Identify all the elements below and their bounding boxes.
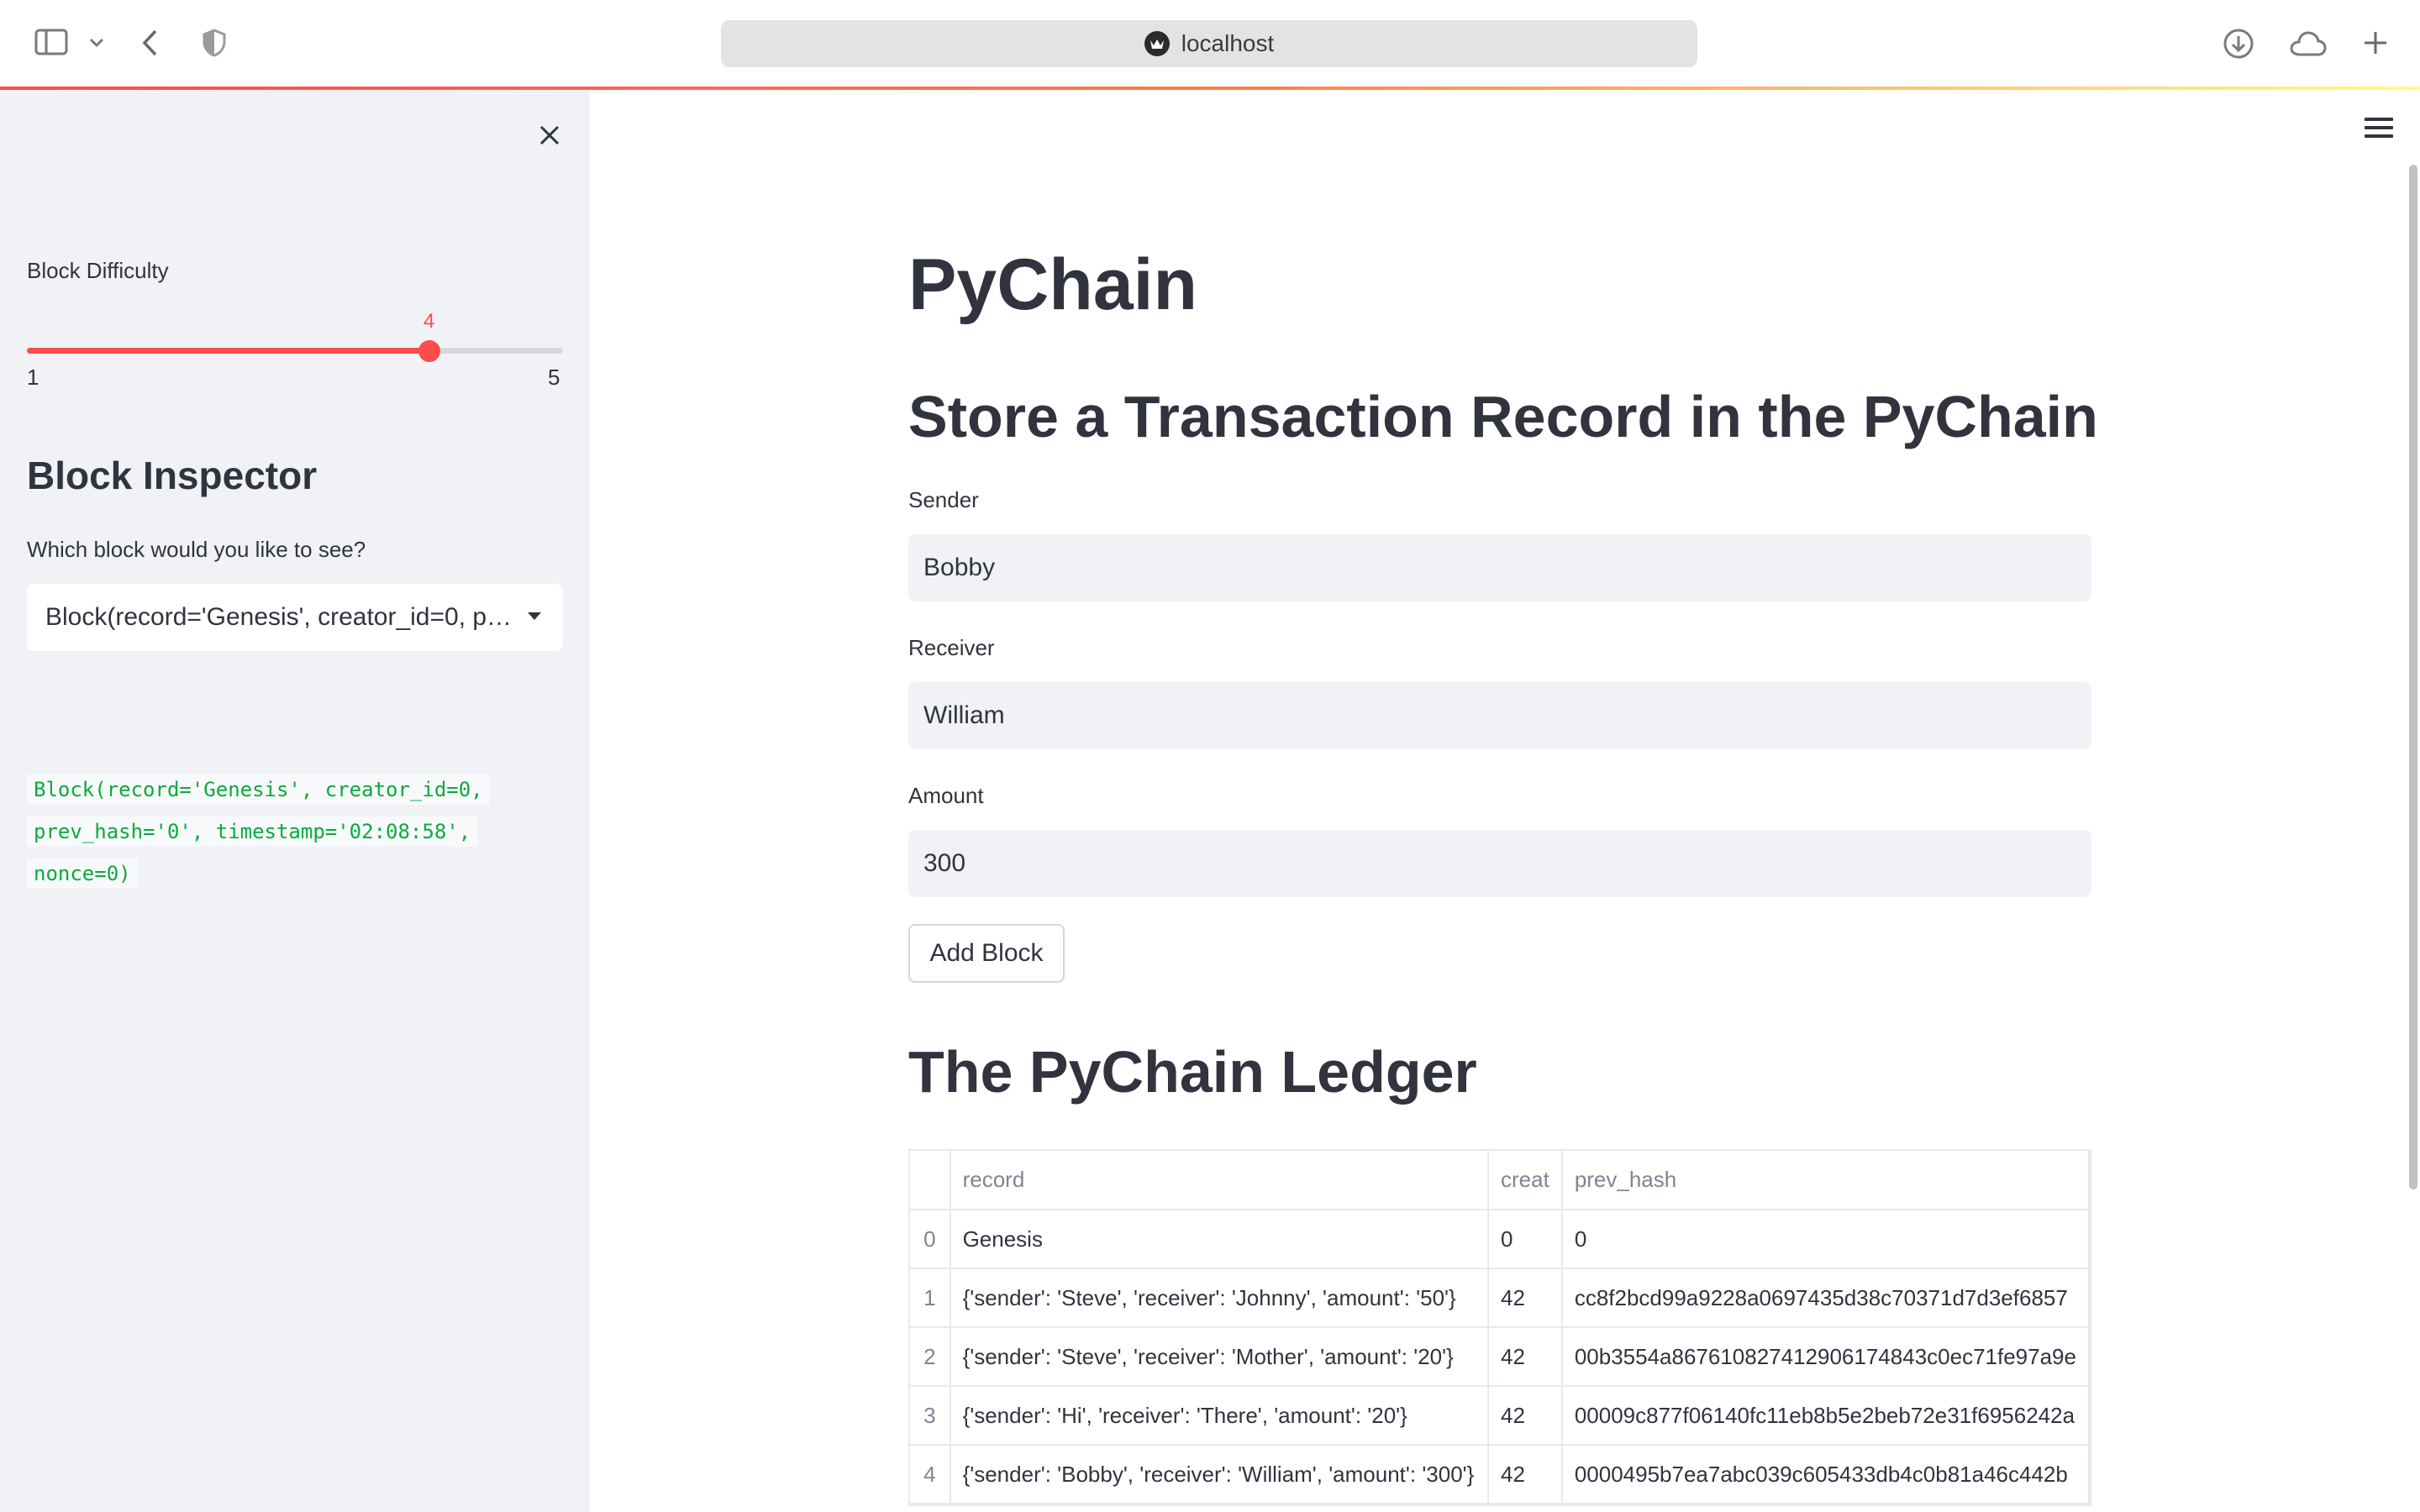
creator-cell[interactable]: 42: [1488, 1445, 1563, 1504]
record-cell[interactable]: {'sender': 'Steve', 'receiver': 'Mother'…: [950, 1327, 1490, 1387]
code-line: nonce=0): [27, 858, 138, 889]
column-header-creator[interactable]: creat: [1488, 1151, 1563, 1210]
row-index: 0: [910, 1210, 951, 1269]
receiver-label: Receiver: [908, 635, 995, 660]
block-code-output: Block(record='Genesis', creator_id=0, pr…: [27, 769, 565, 895]
address-bar[interactable]: localhost: [721, 20, 1697, 67]
streamlit-icon: [1144, 31, 1170, 56]
ledger-table[interactable]: record creat prev_hash 0 Genesis 0 0 1 {…: [908, 1149, 2091, 1506]
record-cell[interactable]: {'sender': 'Hi', 'receiver': 'There', 'a…: [950, 1386, 1490, 1446]
creator-cell[interactable]: 42: [1488, 1327, 1563, 1387]
block-inspector-heading: Block Inspector: [27, 454, 318, 497]
browser-toolbar: localhost: [0, 0, 2420, 87]
prev-hash-cell[interactable]: 00009c877f06140fc11eb8b5e2beb72e31f69562…: [1561, 1386, 2090, 1446]
sidebar-toggle-icon[interactable]: [34, 27, 69, 57]
block-select[interactable]: Block(record='Genesis', creator_id=0, pr…: [27, 584, 563, 651]
creator-cell[interactable]: 42: [1488, 1386, 1563, 1446]
prev-hash-cell[interactable]: 0: [1561, 1210, 2090, 1269]
block-select-value: Block(record='Genesis', creator_id=0, pr…: [45, 603, 516, 631]
code-line: prev_hash='0', timestamp='02:08:58',: [27, 816, 478, 847]
menu-icon[interactable]: [2365, 118, 2393, 141]
page-title: PyChain: [908, 244, 1198, 325]
receiver-input[interactable]: [908, 682, 2091, 749]
prev-hash-cell[interactable]: 00b3554a867610827412906174843c0ec71fe97a…: [1561, 1327, 2090, 1387]
record-cell[interactable]: {'sender': 'Bobby', 'receiver': 'William…: [950, 1445, 1490, 1504]
record-cell[interactable]: Genesis: [950, 1210, 1490, 1269]
sender-label: Sender: [908, 487, 979, 512]
column-header-record[interactable]: record: [950, 1151, 1490, 1210]
row-index: 3: [910, 1386, 951, 1446]
url-text: localhost: [1181, 30, 1275, 56]
table-row: 4 {'sender': 'Bobby', 'receiver': 'Willi…: [910, 1445, 2090, 1504]
download-icon[interactable]: [2222, 27, 2255, 60]
row-index: 1: [910, 1268, 951, 1328]
creator-cell[interactable]: 0: [1488, 1210, 1563, 1269]
cloud-icon[interactable]: [2289, 27, 2328, 60]
chevron-down-icon[interactable]: [87, 34, 106, 52]
slider-value: 4: [423, 310, 435, 333]
scrollbar[interactable]: [2409, 165, 2417, 1189]
form-heading: Store a Transaction Record in the PyChai…: [908, 384, 2098, 449]
table-row: 1 {'sender': 'Steve', 'receiver': 'Johnn…: [910, 1268, 2090, 1328]
select-label: Which block would you like to see?: [27, 537, 366, 562]
prev-hash-cell[interactable]: 0000495b7ea7abc039c605433db4c0b81a46c442…: [1561, 1445, 2090, 1504]
creator-cell[interactable]: 42: [1488, 1268, 1563, 1328]
slider-fill: [27, 348, 429, 354]
slider-label: Block Difficulty: [27, 258, 169, 283]
amount-label: Amount: [908, 783, 984, 808]
slider-max-label: 5: [548, 365, 560, 390]
slider-thumb[interactable]: [418, 340, 440, 362]
column-header-index[interactable]: [910, 1151, 951, 1210]
difficulty-slider[interactable]: 4: [27, 310, 563, 367]
table-row: 3 {'sender': 'Hi', 'receiver': 'There', …: [910, 1386, 2090, 1446]
new-tab-icon[interactable]: [2360, 27, 2391, 59]
column-header-prev-hash[interactable]: prev_hash: [1561, 1151, 2090, 1210]
caret-down-icon: [528, 612, 541, 620]
record-cell[interactable]: {'sender': 'Steve', 'receiver': 'Johnny'…: [950, 1268, 1490, 1328]
code-line: Block(record='Genesis', creator_id=0,: [27, 774, 490, 805]
prev-hash-cell[interactable]: cc8f2bcd99a9228a0697435d38c70371d7d3ef68…: [1561, 1268, 2090, 1328]
table-row: 2 {'sender': 'Steve', 'receiver': 'Mothe…: [910, 1327, 2090, 1387]
close-sidebar-icon[interactable]: [529, 115, 570, 155]
add-block-button[interactable]: Add Block: [908, 924, 1065, 983]
slider-min-label: 1: [27, 365, 39, 390]
sidebar: Block Difficulty 4 1 5 Block Inspector W…: [0, 90, 590, 1512]
ledger-heading: The PyChain Ledger: [908, 1039, 1477, 1105]
row-index: 2: [910, 1327, 951, 1387]
table-row: 0 Genesis 0 0: [910, 1210, 2090, 1269]
table-header-row: record creat prev_hash: [910, 1151, 2090, 1210]
amount-input[interactable]: [908, 830, 2091, 897]
sender-input[interactable]: [908, 534, 2091, 601]
shield-icon[interactable]: [200, 27, 229, 59]
back-icon[interactable]: [138, 27, 161, 59]
row-index: 4: [910, 1445, 951, 1504]
